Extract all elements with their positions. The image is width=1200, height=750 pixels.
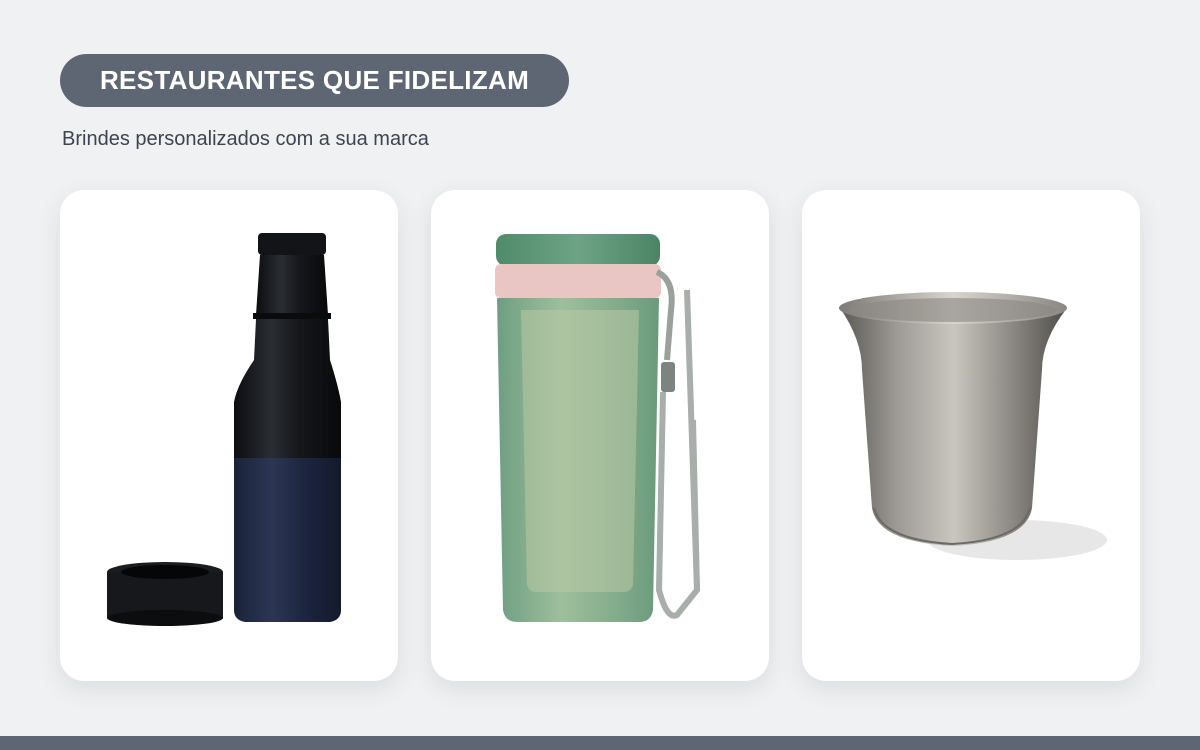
footer-bar — [0, 736, 1200, 750]
product-card-cup — [802, 190, 1140, 681]
product-card-bottle — [60, 190, 398, 681]
page-title-pill: RESTAURANTES QUE FIDELIZAM — [60, 54, 569, 107]
page-title: RESTAURANTES QUE FIDELIZAM — [99, 65, 530, 95]
insulated-bottle-cooler-image — [107, 233, 341, 626]
page-subtitle: Brindes personalizados com a sua marca — [62, 128, 429, 150]
product-card-tumbler — [431, 190, 769, 681]
stainless-steel-cup-image — [839, 292, 1107, 560]
green-tumbler-with-strap-image — [495, 234, 701, 622]
